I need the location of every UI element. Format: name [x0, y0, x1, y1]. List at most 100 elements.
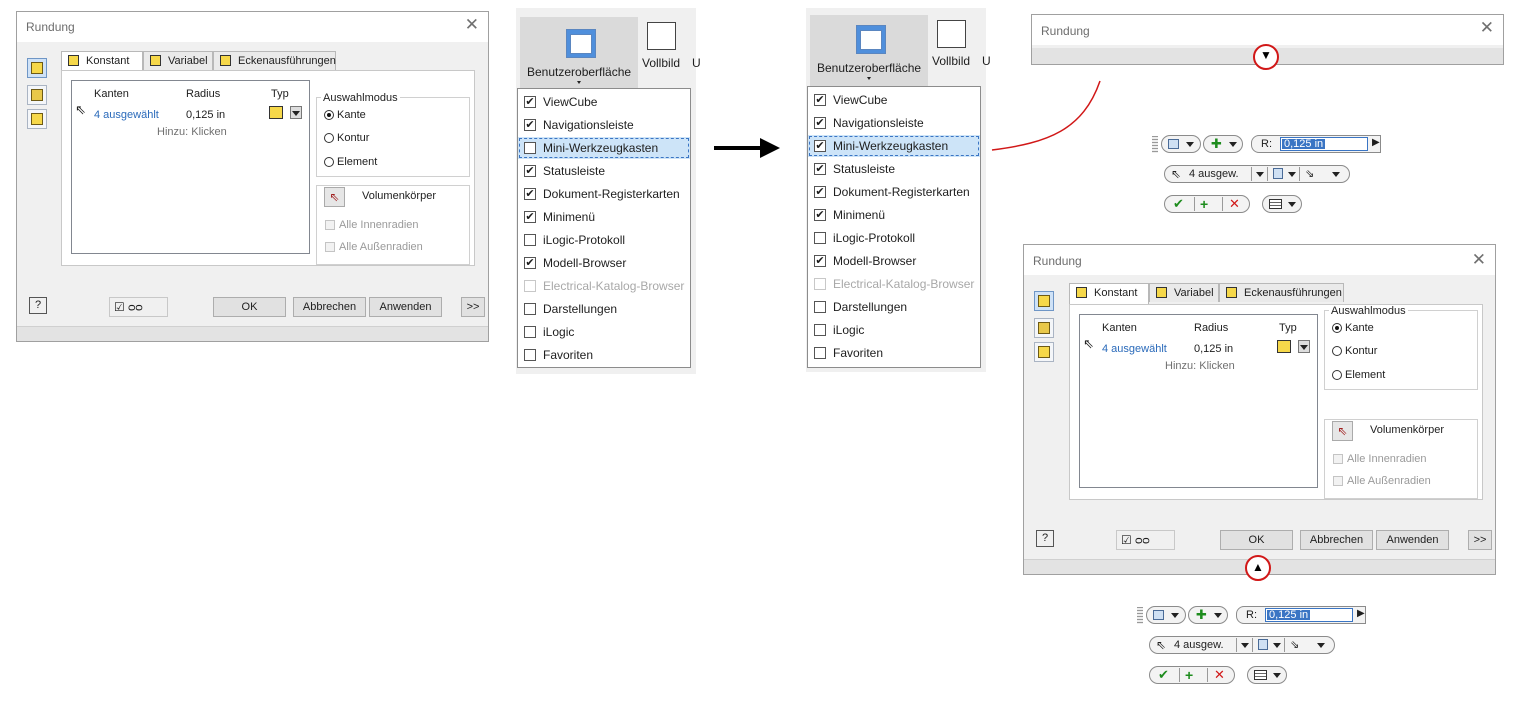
fillet-type-face-button[interactable]: [27, 85, 47, 105]
help-icon[interactable]: ?: [1036, 530, 1054, 547]
menu-item[interactable]: ✔ Modell-Browser: [808, 250, 980, 272]
menu-item[interactable]: ✔ ViewCube: [518, 91, 690, 113]
options-dropdown[interactable]: [1262, 195, 1302, 213]
checkbox[interactable]: [524, 234, 536, 246]
solid-select-button[interactable]: ⇖: [1332, 421, 1353, 441]
menu-item[interactable]: ✔ Mini-Werkzeugkasten: [808, 135, 980, 157]
radio-element[interactable]: Element: [1332, 369, 1385, 381]
edges-select[interactable]: ⇖ 4 ausgew. ⇘: [1164, 165, 1350, 183]
checkbox[interactable]: ✔: [814, 186, 826, 198]
fullscreen-label[interactable]: Vollbild: [642, 56, 680, 70]
apply-button[interactable]: Anwenden: [369, 297, 442, 317]
grid-row-radius[interactable]: 0,125 in: [186, 109, 225, 121]
menu-item[interactable]: ✔ Navigationsleiste: [518, 114, 690, 136]
ok-button[interactable]: OK: [213, 297, 286, 317]
checkbox[interactable]: [524, 349, 536, 361]
radio-kante[interactable]: Kante: [324, 109, 366, 121]
menu-item[interactable]: iLogic: [808, 319, 980, 341]
add-solid-dropdown[interactable]: ✚: [1203, 135, 1243, 153]
solid-select-button[interactable]: ⇖: [324, 187, 345, 207]
close-icon[interactable]: ✕: [1472, 251, 1486, 269]
tab-konstant[interactable]: Konstant: [1069, 283, 1149, 304]
checkbox[interactable]: ✔: [524, 211, 536, 223]
shape-dropdown[interactable]: [1161, 135, 1201, 153]
tab-konstant[interactable]: Konstant: [61, 51, 143, 72]
cube-icon[interactable]: [269, 106, 283, 119]
edges-grid[interactable]: Kanten Radius Typ ⇖ 4 ausgewählt 0,125 i…: [1079, 314, 1318, 488]
cancel-button[interactable]: Abbrechen: [293, 297, 366, 317]
grip-handle[interactable]: [1137, 607, 1143, 624]
radius-input[interactable]: 0,125 in: [1265, 608, 1353, 622]
menu-item[interactable]: iLogic-Protokoll: [518, 229, 690, 251]
menu-item[interactable]: ✔ Statusleiste: [518, 160, 690, 182]
apply-button[interactable]: Anwenden: [1376, 530, 1449, 550]
check-icon[interactable]: ✔: [1173, 196, 1184, 212]
cube-icon[interactable]: [1277, 340, 1291, 353]
checkbox[interactable]: [524, 326, 536, 338]
menu-item[interactable]: Favoriten: [518, 344, 690, 366]
fillet-type-edge-button[interactable]: [1034, 291, 1054, 311]
ok-button[interactable]: OK: [1220, 530, 1293, 550]
edges-grid[interactable]: Kanten Radius Typ ⇖ 4 ausgewählt 0,125 i…: [71, 80, 310, 254]
arrow-right-icon[interactable]: ▶: [1357, 608, 1365, 619]
type-dropdown[interactable]: [290, 106, 302, 119]
checkbox[interactable]: [814, 324, 826, 336]
radius-field[interactable]: R: 0,125 in ▶: [1251, 135, 1381, 153]
checkbox[interactable]: ✔: [524, 257, 536, 269]
menu-item[interactable]: ✔ Minimenü: [518, 206, 690, 228]
checkbox[interactable]: ✔: [814, 209, 826, 221]
checkbox[interactable]: ✔: [524, 188, 536, 200]
grip-handle[interactable]: [1152, 136, 1158, 153]
menu-item[interactable]: ✔ Statusleiste: [808, 158, 980, 180]
cross-icon[interactable]: ✕: [1229, 196, 1240, 212]
arrow-right-icon[interactable]: ▶: [1372, 137, 1380, 148]
tab-eckenausfuehrungen[interactable]: Eckenausführungen: [1219, 283, 1344, 302]
menu-item[interactable]: Favoriten: [808, 342, 980, 364]
shape-dropdown[interactable]: [1146, 606, 1186, 624]
fillet-type-edge-button[interactable]: [27, 58, 47, 78]
more-button[interactable]: >>: [1468, 530, 1492, 550]
checkbox[interactable]: ✔: [524, 119, 536, 131]
edges-select[interactable]: ⇖ 4 ausgew. ⇘: [1149, 636, 1335, 654]
check-icon[interactable]: ✔: [1158, 667, 1169, 683]
preview-toggle[interactable]: ☑ ᴑᴑ: [1116, 530, 1175, 550]
close-icon[interactable]: ✕: [465, 16, 479, 34]
menu-item[interactable]: ✔ Dokument-Registerkarten: [808, 181, 980, 203]
tab-eckenausfuehrungen[interactable]: Eckenausführungen: [213, 51, 336, 70]
cancel-button[interactable]: Abbrechen: [1300, 530, 1373, 550]
tab-variabel[interactable]: Variabel: [1149, 283, 1219, 302]
checkbox[interactable]: ✔: [814, 94, 826, 106]
menu-item[interactable]: ✔ Minimenü: [808, 204, 980, 226]
close-icon[interactable]: ✕: [1480, 19, 1494, 37]
checkbox[interactable]: ✔: [814, 255, 826, 267]
menu-item[interactable]: ✔ Navigationsleiste: [808, 112, 980, 134]
checkbox[interactable]: ✔: [524, 165, 536, 177]
radius-field[interactable]: R: 0,125 in ▶: [1236, 606, 1366, 624]
tab-variabel[interactable]: Variabel: [143, 51, 213, 70]
menu-item[interactable]: ✔ Modell-Browser: [518, 252, 690, 274]
options-dropdown[interactable]: [1247, 666, 1287, 684]
help-icon[interactable]: ?: [29, 297, 47, 314]
checkbox[interactable]: ✔: [814, 117, 826, 129]
add-solid-dropdown[interactable]: ✚: [1188, 606, 1228, 624]
menu-item[interactable]: iLogic-Protokoll: [808, 227, 980, 249]
grid-row-radius[interactable]: 0,125 in: [1194, 343, 1233, 355]
menu-item[interactable]: iLogic: [518, 321, 690, 343]
type-dropdown[interactable]: [1298, 340, 1310, 353]
checkbox[interactable]: [814, 232, 826, 244]
preview-toggle[interactable]: ☑ ᴑᴑ: [109, 297, 168, 317]
expand-button[interactable]: ▼: [1253, 44, 1279, 70]
more-button[interactable]: >>: [461, 297, 485, 317]
checkbox[interactable]: ✔: [814, 163, 826, 175]
radio-kontur[interactable]: Kontur: [1332, 345, 1377, 357]
radio-kante[interactable]: Kante: [1332, 322, 1374, 334]
cross-icon[interactable]: ✕: [1214, 667, 1225, 683]
checkbox[interactable]: ✔: [524, 96, 536, 108]
checkbox[interactable]: [524, 303, 536, 315]
fillet-type-full-round-button[interactable]: [1034, 342, 1054, 362]
plus-icon[interactable]: +: [1200, 196, 1208, 212]
grid-row-edges[interactable]: 4 ausgewählt: [1102, 343, 1167, 355]
radio-kontur[interactable]: Kontur: [324, 132, 369, 144]
fullscreen-label[interactable]: Vollbild: [932, 54, 970, 68]
radio-element[interactable]: Element: [324, 156, 377, 168]
